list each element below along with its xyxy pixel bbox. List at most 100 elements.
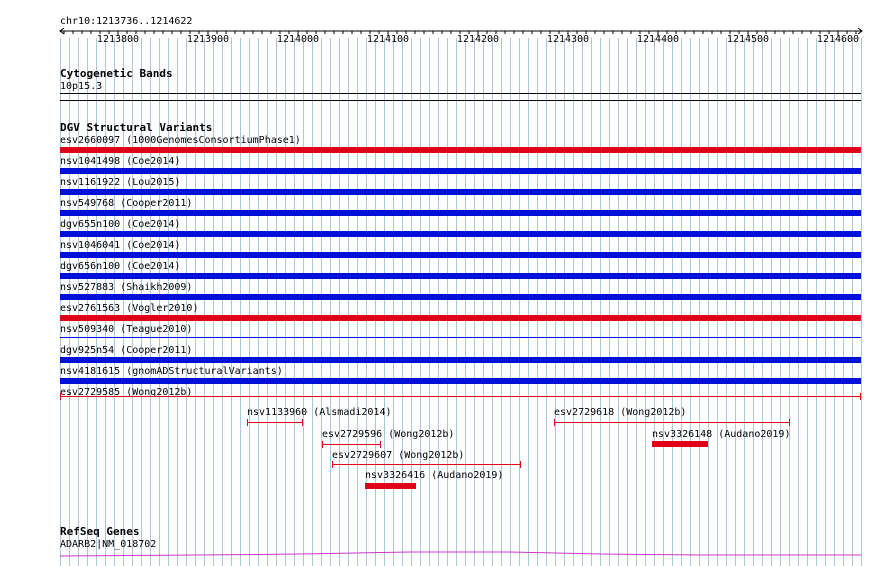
grid-line (141, 38, 142, 566)
grid-line (699, 38, 700, 566)
grid-line (78, 38, 79, 566)
grid-line (429, 38, 430, 566)
variant-bar-end (322, 441, 323, 448)
variant-bar-end (554, 419, 555, 426)
ruler-axis (59, 27, 863, 36)
grid-line (789, 38, 790, 566)
grid-line (816, 38, 817, 566)
grid-line (744, 38, 745, 566)
variant-bar[interactable] (60, 252, 861, 258)
variant-label[interactable]: dgv925n54 (Cooper2011) (60, 345, 192, 356)
grid-line (258, 38, 259, 566)
variant-bar-end (520, 461, 521, 468)
grid-line (501, 38, 502, 566)
gene-model[interactable] (0, 548, 890, 558)
ruler-tick-label: 1214200 (456, 34, 500, 45)
grid-line (249, 38, 250, 566)
variant-label[interactable]: nsv509340 (Teague2010) (60, 324, 192, 335)
grid-line (285, 38, 286, 566)
variant-bar[interactable] (554, 422, 789, 423)
grid-line (348, 38, 349, 566)
grid-line (114, 38, 115, 566)
grid-line (555, 38, 556, 566)
variant-label[interactable]: dgv656n100 (Coe2014) (60, 261, 180, 272)
ruler-tick-label: 1213900 (186, 34, 230, 45)
variant-label[interactable]: esv2729618 (Wong2012b) (554, 407, 686, 418)
grid-line (123, 38, 124, 566)
dgv-track-title: DGV Structural Variants (60, 121, 213, 134)
variant-bar[interactable] (60, 357, 861, 363)
variant-label[interactable]: esv2660097 (1000GenomesConsortiumPhase1) (60, 135, 301, 146)
variant-bar[interactable] (60, 231, 861, 237)
variant-bar[interactable] (60, 337, 861, 338)
variant-label[interactable]: esv2761563 (Vogler2010) (60, 303, 198, 314)
variant-bar-end (332, 461, 333, 468)
variant-label[interactable]: nsv549768 (Cooper2011) (60, 198, 192, 209)
grid-line (159, 38, 160, 566)
grid-line (645, 38, 646, 566)
variant-bar-end (380, 441, 381, 448)
cytobands-track-title: Cytogenetic Bands (60, 67, 173, 80)
variant-label[interactable]: nsv1133960 (Alsmadi2014) (247, 407, 392, 418)
variant-label[interactable]: esv2729607 (Wong2012b) (332, 450, 464, 461)
ruler-tick-label: 1214400 (636, 34, 680, 45)
grid-line (825, 38, 826, 566)
ruler-tick-label: 1214600 (816, 34, 860, 45)
variant-bar[interactable] (60, 210, 861, 216)
grid-line (843, 38, 844, 566)
grid-line (231, 38, 232, 566)
grid-line (177, 38, 178, 566)
grid-line (357, 38, 358, 566)
variant-bar[interactable] (60, 273, 861, 279)
variant-label[interactable]: nsv527883 (Shaikh2009) (60, 282, 192, 293)
variant-label[interactable]: esv2729596 (Wong2012b) (322, 429, 454, 440)
grid-line (294, 38, 295, 566)
grid-line (492, 38, 493, 566)
grid-line (474, 38, 475, 566)
grid-line (186, 38, 187, 566)
variant-bar[interactable] (60, 189, 861, 195)
grid-line (654, 38, 655, 566)
grid-line (267, 38, 268, 566)
variant-label[interactable]: nsv3326148 (Audano2019) (652, 429, 790, 440)
variant-bar[interactable] (60, 396, 861, 397)
variant-label[interactable]: nsv1046041 (Coe2014) (60, 240, 180, 251)
grid-line (339, 38, 340, 566)
grid-line (438, 38, 439, 566)
grid-line (798, 38, 799, 566)
variant-bar[interactable] (60, 378, 861, 384)
variant-bar[interactable] (60, 315, 861, 321)
grid-line (780, 38, 781, 566)
variant-bar[interactable] (247, 422, 302, 423)
grid-line (510, 38, 511, 566)
grid-line (195, 38, 196, 566)
variant-bar[interactable] (652, 441, 708, 447)
grid-line (771, 38, 772, 566)
grid-line (582, 38, 583, 566)
track-separator (60, 100, 861, 101)
grid-line (276, 38, 277, 566)
variant-bar[interactable] (60, 147, 861, 153)
grid-line (447, 38, 448, 566)
variant-bar[interactable] (365, 483, 416, 489)
grid-line (312, 38, 313, 566)
variant-bar[interactable] (322, 444, 380, 445)
grid-line (465, 38, 466, 566)
grid-line (456, 38, 457, 566)
grid-line (636, 38, 637, 566)
variant-label[interactable]: nsv3326416 (Audano2019) (365, 470, 503, 481)
variant-label[interactable]: dgv655n100 (Coe2014) (60, 219, 180, 230)
grid-line (96, 38, 97, 566)
variant-bar[interactable] (60, 168, 861, 174)
variant-bar[interactable] (60, 294, 861, 300)
grid-line (834, 38, 835, 566)
grid-line (663, 38, 664, 566)
grid-line (672, 38, 673, 566)
variant-label[interactable]: nsv4181615 (gnomADStructuralVariants) (60, 366, 283, 377)
cytoband-label: 10p15.3 (60, 81, 103, 92)
grid-line (519, 38, 520, 566)
variant-label[interactable]: nsv1041498 (Coe2014) (60, 156, 180, 167)
grid-line (330, 38, 331, 566)
variant-label[interactable]: nsv1161922 (Lou2015) (60, 177, 180, 188)
variant-bar[interactable] (332, 464, 520, 465)
